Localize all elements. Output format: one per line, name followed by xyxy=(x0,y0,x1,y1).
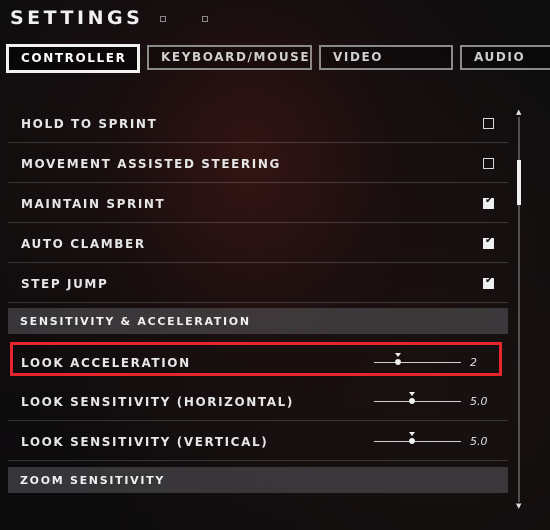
setting-row-look-sensitivity-vertical[interactable]: LOOK SENSITIVITY (VERTICAL) 5.0 xyxy=(8,423,508,461)
header-dot-icon xyxy=(160,16,166,22)
look-sensitivity-vertical-slider[interactable] xyxy=(374,432,461,444)
setting-row-hold-to-sprint[interactable]: HOLD TO SPRINT xyxy=(8,105,508,143)
movement-assisted-steering-checkbox[interactable] xyxy=(483,158,494,169)
section-header-sensitivity: SENSITIVITY & ACCELERATION xyxy=(8,308,508,334)
slider-value: 2 xyxy=(470,356,477,369)
checkmark-icon: ✔ xyxy=(485,235,494,246)
setting-label: HOLD TO SPRINT xyxy=(21,117,158,131)
slider-value: 5.0 xyxy=(470,435,488,448)
page-title: SETTINGS xyxy=(10,7,144,29)
header-dot-icon xyxy=(202,16,208,22)
section-title: ZOOM SENSITIVITY xyxy=(20,474,165,487)
setting-row-look-sensitivity-horizontal[interactable]: LOOK SENSITIVITY (HORIZONTAL) 5.0 xyxy=(8,383,508,421)
tab-controller[interactable]: CONTROLLER xyxy=(6,44,140,73)
checkmark-icon: ✔ xyxy=(485,195,494,206)
scroll-down-arrow-icon[interactable]: ▼ xyxy=(516,502,521,510)
look-acceleration-slider[interactable] xyxy=(374,353,461,365)
setting-row-look-acceleration[interactable]: LOOK ACCELERATION 2 xyxy=(8,342,508,382)
settings-tabs: CONTROLLER KEYBOARD/MOUSE VIDEO AUDIO xyxy=(6,44,550,75)
setting-row-maintain-sprint[interactable]: MAINTAIN SPRINT ✔ xyxy=(8,185,508,223)
slider-thumb[interactable] xyxy=(409,398,416,404)
slider-thumb[interactable] xyxy=(409,438,416,444)
auto-clamber-checkbox[interactable]: ✔ xyxy=(483,235,494,249)
default-marker-icon xyxy=(409,432,416,436)
slider-value: 5.0 xyxy=(470,395,488,408)
step-jump-checkbox[interactable]: ✔ xyxy=(483,275,494,289)
hold-to-sprint-checkbox[interactable] xyxy=(483,118,494,129)
look-sensitivity-horizontal-slider[interactable] xyxy=(374,392,461,404)
default-marker-icon xyxy=(409,392,416,396)
section-title: SENSITIVITY & ACCELERATION xyxy=(20,315,251,328)
default-marker-icon xyxy=(395,353,402,357)
tab-video[interactable]: VIDEO xyxy=(319,45,453,70)
setting-row-step-jump[interactable]: STEP JUMP ✔ xyxy=(8,265,508,303)
setting-label: LOOK SENSITIVITY (HORIZONTAL) xyxy=(21,395,294,409)
setting-label: MAINTAIN SPRINT xyxy=(21,197,166,211)
section-header-zoom-sensitivity: ZOOM SENSITIVITY xyxy=(8,467,508,493)
setting-label: AUTO CLAMBER xyxy=(21,237,146,251)
setting-label: LOOK ACCELERATION xyxy=(21,356,191,370)
scroll-up-arrow-icon[interactable]: ▲ xyxy=(516,108,521,116)
tab-keyboard-mouse[interactable]: KEYBOARD/MOUSE xyxy=(147,45,312,70)
setting-label: STEP JUMP xyxy=(21,277,109,291)
setting-label: MOVEMENT ASSISTED STEERING xyxy=(21,157,281,171)
setting-row-movement-assisted-steering[interactable]: MOVEMENT ASSISTED STEERING xyxy=(8,145,508,183)
setting-label: LOOK SENSITIVITY (VERTICAL) xyxy=(21,435,269,449)
scrollbar-thumb[interactable] xyxy=(517,160,521,205)
setting-row-auto-clamber[interactable]: AUTO CLAMBER ✔ xyxy=(8,225,508,263)
maintain-sprint-checkbox[interactable]: ✔ xyxy=(483,195,494,209)
settings-screen: SETTINGS CONTROLLER KEYBOARD/MOUSE VIDEO… xyxy=(0,0,550,530)
checkmark-icon: ✔ xyxy=(485,275,494,286)
tab-audio[interactable]: AUDIO xyxy=(460,45,550,70)
